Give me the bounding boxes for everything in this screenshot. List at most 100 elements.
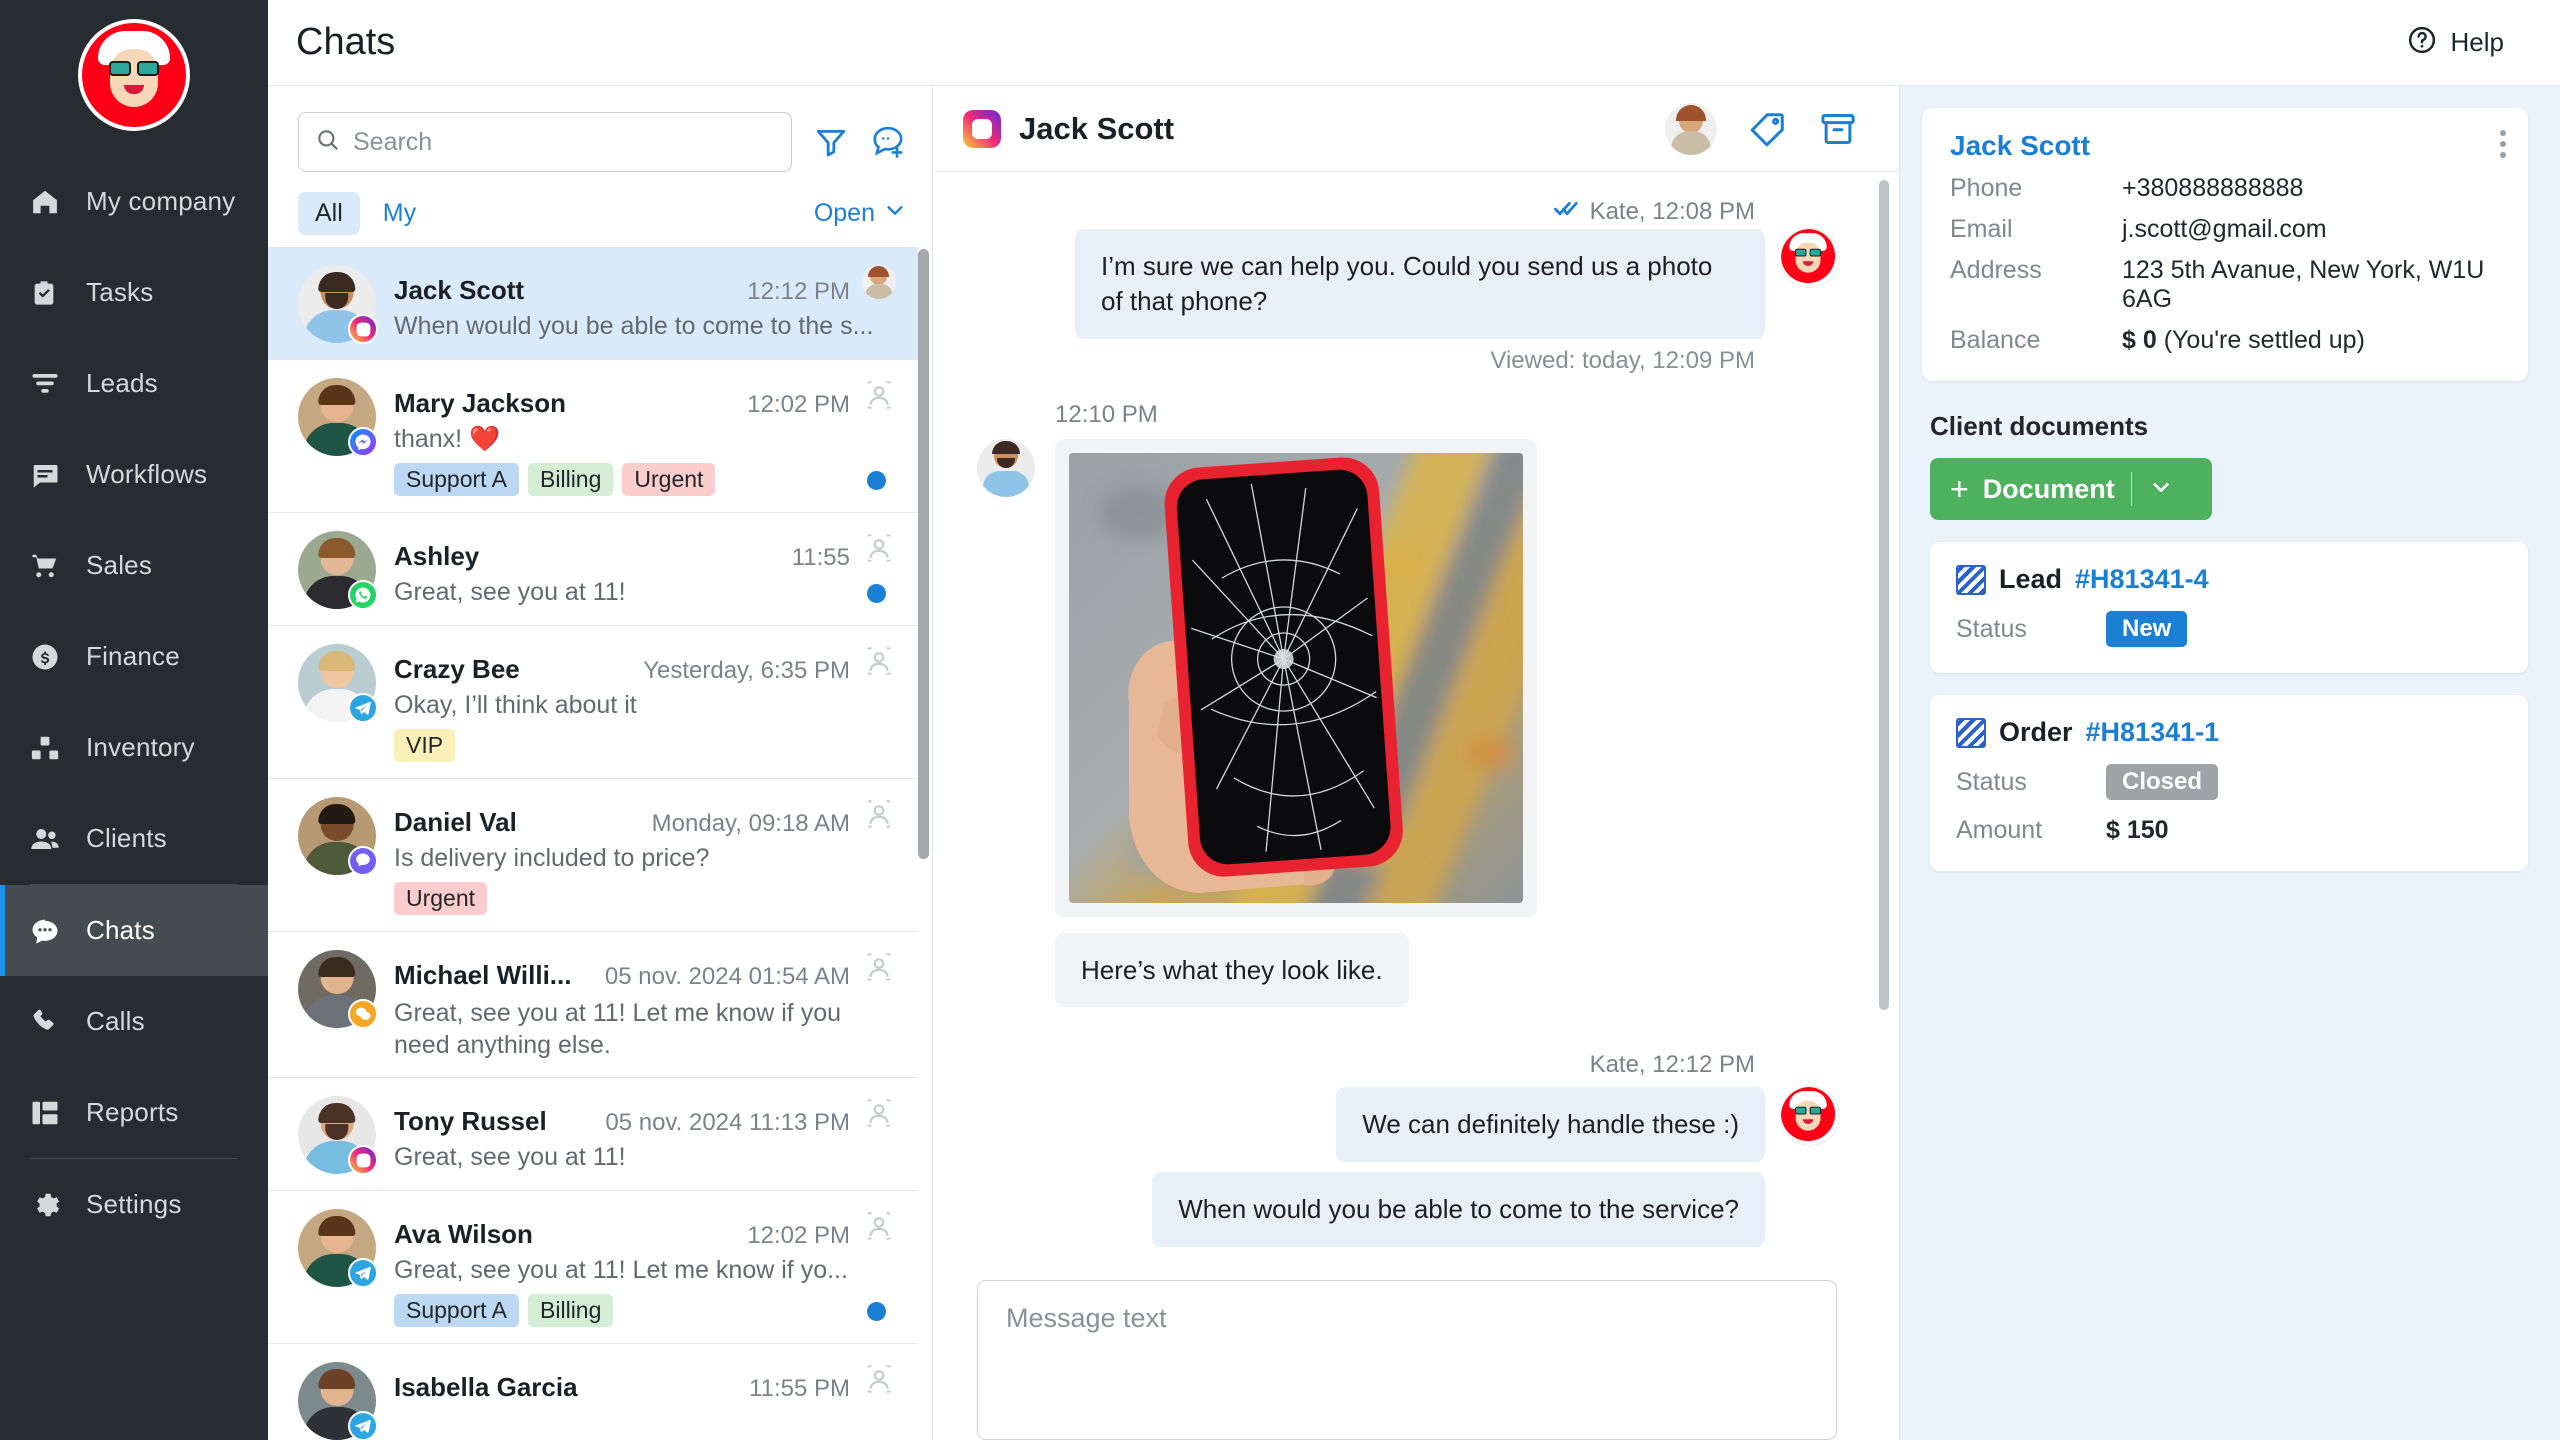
sidebar-item-settings[interactable]: Settings: [0, 1159, 268, 1250]
chat-timestamp: 12:02 PM: [747, 1222, 850, 1249]
funnel-filter-icon[interactable]: [814, 125, 848, 159]
chat-list-item[interactable]: Crazy Bee Yesterday, 6:35 PM Okay, I’ll th…: [268, 626, 918, 779]
chat-list-item[interactable]: Tony Russel 05 nov. 2024 11:13 PM Great, s…: [268, 1078, 918, 1191]
assignee-avatar[interactable]: [862, 1362, 896, 1396]
sidebar-item-label: My company: [86, 186, 236, 216]
sidebar-item-label: Sales: [86, 550, 153, 580]
document-type: Lead: [1999, 564, 2063, 594]
sidebar-item-leads[interactable]: Leads: [0, 338, 268, 429]
document-card-order[interactable]: Order #H81341-1 Status Closed Amount $ 1…: [1930, 695, 2528, 871]
gear-icon: [30, 1190, 74, 1220]
search-input[interactable]: [353, 127, 775, 157]
chat-timestamp: 05 nov. 2024 11:13 PM: [605, 1109, 850, 1136]
chat-list-scrollbar[interactable]: [918, 249, 929, 1438]
question-circle-icon: [2407, 25, 2437, 60]
assignee-avatar[interactable]: [862, 265, 896, 299]
workflow-board-icon: [30, 460, 74, 490]
sidebar-item-my-company[interactable]: My company: [0, 156, 268, 247]
status-filter-dropdown[interactable]: Open: [814, 199, 906, 228]
assignee-avatar[interactable]: [862, 1209, 896, 1243]
chat-tag[interactable]: Urgent: [622, 463, 716, 496]
assignee-avatar[interactable]: [862, 644, 896, 678]
sidebar-item-sales[interactable]: Sales: [0, 520, 268, 611]
chat-list-item[interactable]: Daniel Val Monday, 09:18 AM Is delivery in…: [268, 779, 918, 932]
chat-preview-text: Great, see you at 11!: [394, 1143, 626, 1171]
chat-list-scroll-thumb[interactable]: [918, 249, 929, 859]
search-icon: [315, 127, 341, 158]
chat-contact-name: Mary Jackson: [394, 388, 566, 418]
sidebar-item-inventory[interactable]: Inventory: [0, 702, 268, 793]
chat-list-item[interactable]: Ashley 11:55 Great, see you at 11!: [268, 513, 918, 626]
tab-my[interactable]: My: [366, 192, 433, 235]
chat-rows: Jack Scott 12:12 PM When would you be able…: [268, 247, 932, 1440]
double-check-icon: [1553, 194, 1581, 229]
chat-tag[interactable]: Billing: [528, 1294, 614, 1327]
message-row-out: When would you be able to come to the se…: [977, 1172, 1839, 1248]
chat-list-item[interactable]: Jack Scott 12:12 PM When would you be able…: [268, 247, 918, 360]
messages-scrollbar[interactable]: [1879, 180, 1889, 1254]
sidebar-item-tasks[interactable]: Tasks: [0, 247, 268, 338]
sidebar-item-reports[interactable]: Reports: [0, 1067, 268, 1158]
assignee-avatar[interactable]: [862, 950, 896, 984]
chat-timestamp: 11:55: [791, 544, 850, 571]
chat-list-item[interactable]: Isabella Garcia 11:55 PM: [268, 1344, 918, 1440]
chat-tag[interactable]: Support A: [394, 1294, 520, 1327]
sidebar-item-chats[interactable]: Chats: [0, 885, 268, 976]
document-id[interactable]: #H81341-1: [2086, 717, 2220, 748]
company-logo[interactable]: [0, 0, 268, 150]
chat-contact-name: Tony Russel: [394, 1106, 547, 1136]
chat-tag[interactable]: Support A: [394, 463, 520, 496]
chat-preview-text: Great, see you at 11! Let me know if yo.…: [394, 1256, 848, 1284]
help-label: Help: [2450, 27, 2504, 57]
chat-list-scroll-area[interactable]: Jack Scott 12:12 PM When would you be able…: [268, 247, 932, 1440]
messages-scroll-area[interactable]: Kate, 12:08 PM I’m sure we can help you.…: [933, 172, 1899, 1262]
chat-tag[interactable]: VIP: [394, 729, 456, 762]
chat-list-item[interactable]: Mary Jackson 12:02 PM thanx! ❤️ Support A Bi…: [268, 360, 918, 513]
contact-avatar: [298, 1096, 378, 1175]
client-name[interactable]: Jack Scott: [1950, 130, 2500, 162]
client-field-phone: Phone +380888888888: [1950, 174, 2500, 203]
chat-tag[interactable]: Billing: [528, 463, 614, 496]
image-message-card[interactable]: [1055, 438, 1537, 917]
chevron-down-icon[interactable]: [2132, 474, 2190, 505]
chat-preview-text: Great, see you at 11! Let me know if you…: [394, 999, 841, 1059]
assignee-avatar[interactable]: [862, 797, 896, 831]
app-root: My company Tasks Leads Workflows Sales F…: [0, 0, 2560, 1440]
kebab-menu-icon[interactable]: [2500, 130, 2506, 158]
sidebar-item-label: Reports: [86, 1097, 179, 1127]
search-box[interactable]: [298, 112, 792, 172]
tab-all[interactable]: All: [298, 192, 360, 235]
message-row-out: I’m sure we can help you. Could you send…: [977, 229, 1839, 339]
sidebar-item-workflows[interactable]: Workflows: [0, 429, 268, 520]
instagram-channel-icon: [348, 1145, 378, 1175]
sidebar-item-clients[interactable]: Clients: [0, 793, 268, 884]
assignee-avatar[interactable]: [862, 378, 896, 412]
document-card-lead[interactable]: Lead #H81341-4 Status New: [1930, 542, 2528, 673]
new-chat-icon[interactable]: [870, 124, 906, 160]
sidebar-item-label: Tasks: [86, 277, 154, 307]
chat-list-item[interactable]: Ava Wilson 12:02 PM Great, see you at 11! …: [268, 1191, 918, 1344]
cracked-phone-screen-photo[interactable]: [1069, 452, 1523, 903]
sidebar-item-finance[interactable]: Finance: [0, 611, 268, 702]
home-icon: [30, 187, 74, 217]
document-header: Lead #H81341-4: [1956, 564, 2502, 595]
help-button[interactable]: Help: [2407, 25, 2504, 60]
add-document-button[interactable]: + Document: [1930, 458, 2212, 520]
page-title: Chats: [296, 21, 396, 63]
sidebar-item-calls[interactable]: Calls: [0, 976, 268, 1067]
contact-avatar: [298, 378, 378, 457]
archive-icon[interactable]: [1819, 110, 1857, 148]
assignee-avatar[interactable]: [862, 1096, 896, 1130]
chat-list-item[interactable]: Michael Willi... 05 nov. 2024 01:54 AM Gre…: [268, 932, 918, 1078]
tag-icon[interactable]: [1749, 110, 1787, 148]
message-bubble: We can definitely handle these :): [1336, 1087, 1765, 1163]
message-input[interactable]: Message text: [977, 1280, 1837, 1440]
chat-tag[interactable]: Urgent: [394, 882, 488, 915]
agent-avatar[interactable]: [1665, 102, 1717, 155]
field-label: Phone: [1950, 174, 2023, 202]
chat-tag-list: Urgent: [394, 882, 896, 915]
assignee-avatar[interactable]: [862, 531, 896, 565]
document-id[interactable]: #H81341-4: [2075, 564, 2209, 595]
messages-scroll-thumb[interactable]: [1879, 180, 1889, 1010]
field-label: Amount: [1956, 816, 2043, 844]
